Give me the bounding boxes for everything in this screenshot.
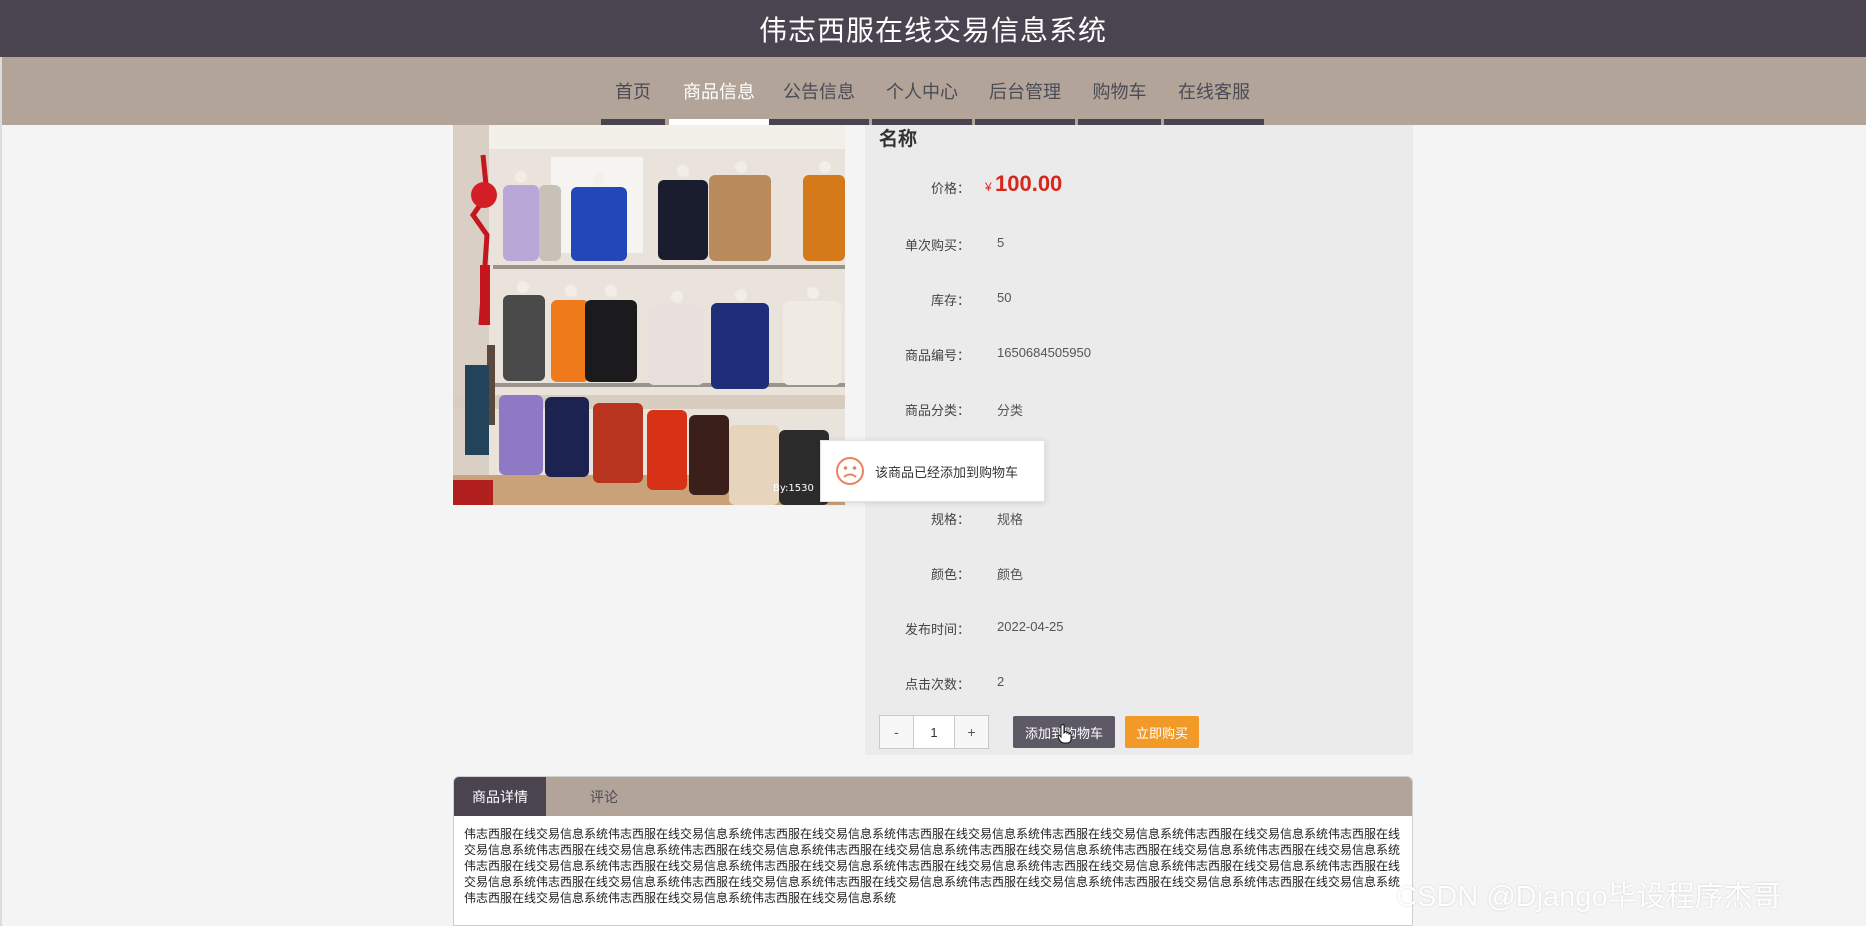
price-label: 价格： (930, 181, 970, 196)
nav-item-label: 首页 (615, 82, 651, 102)
product-name: 名称 (879, 129, 918, 150)
product-image: By:1530 (453, 125, 845, 505)
product-detail-text: 伟志西服在线交易信息系统伟志西服在线交易信息系统伟志西服在线交易信息系统伟志西服… (464, 827, 1401, 905)
site-title: 伟志西服在线交易信息系统 (758, 14, 1107, 46)
hand-cursor-icon (1057, 724, 1073, 749)
nav-item-products[interactable]: 商品信息 (669, 57, 769, 125)
toast-message: 该商品已经添加到购物车 (820, 440, 1045, 502)
field-label: 单次购买： (904, 238, 970, 253)
nav-item-label: 公告信息 (783, 82, 855, 102)
field-value: 50 (997, 290, 1012, 305)
price-currency: ¥ (985, 180, 992, 194)
tab-comments[interactable]: 评论 (564, 777, 644, 816)
tab-bar: 商品详情 评论 (454, 777, 1412, 816)
nav-item-admin[interactable]: 后台管理 (975, 57, 1075, 125)
nav-item-cart[interactable]: 购物车 (1078, 57, 1161, 125)
tab-details[interactable]: 商品详情 (454, 777, 546, 816)
main-nav: 首页 商品信息 公告信息 个人中心 后台管理 购物车 在线客服 (0, 57, 1866, 125)
nav-item-service[interactable]: 在线客服 (1164, 57, 1264, 125)
nav-item-label: 购物车 (1092, 82, 1147, 102)
image-caption: By:1530 (773, 483, 814, 494)
nav-item-home[interactable]: 首页 (601, 57, 665, 125)
field-label: 发布时间： (904, 622, 970, 637)
nav-item-label: 在线客服 (1178, 82, 1250, 102)
sad-face-icon (835, 456, 865, 486)
site-header: 伟志西服在线交易信息系统 (0, 0, 1866, 57)
field-label: 点击次数： (904, 677, 970, 692)
quantity-decrease-button[interactable]: - (880, 716, 913, 748)
nav-item-profile[interactable]: 个人中心 (872, 57, 972, 125)
page-edge (0, 57, 2, 926)
field-value: 颜色 (997, 567, 1024, 582)
watermark: CSDN @Django毕设程序杰哥 (1396, 881, 1782, 913)
product-tabs: 商品详情 评论 伟志西服在线交易信息系统伟志西服在线交易信息系统伟志西服在线交易… (453, 776, 1413, 926)
field-value: 2022-04-25 (997, 619, 1064, 634)
field-value: 1650684505950 (997, 345, 1091, 360)
field-label: 规格： (930, 512, 970, 527)
toast-text: 该商品已经添加到购物车 (875, 464, 1019, 480)
field-value: 2 (997, 674, 1005, 689)
field-value: 规格 (997, 512, 1024, 527)
nav-item-label: 后台管理 (989, 82, 1061, 102)
price-value: 100.00 (995, 171, 1063, 196)
field-label: 商品分类： (904, 403, 970, 418)
field-value: 5 (997, 235, 1005, 250)
field-value: 分类 (997, 403, 1024, 418)
field-label: 商品编号： (904, 348, 970, 363)
buy-now-button[interactable]: 立即购买 (1125, 716, 1199, 748)
nav-item-label: 商品信息 (683, 82, 755, 102)
quantity-stepper: - 1 + (879, 715, 989, 749)
nav-item-notices[interactable]: 公告信息 (769, 57, 869, 125)
nav-item-label: 个人中心 (886, 82, 958, 102)
field-label: 库存： (930, 293, 970, 308)
field-label: 颜色： (930, 567, 970, 582)
quantity-input[interactable]: 1 (913, 716, 955, 748)
quantity-increase-button[interactable]: + (955, 716, 988, 748)
